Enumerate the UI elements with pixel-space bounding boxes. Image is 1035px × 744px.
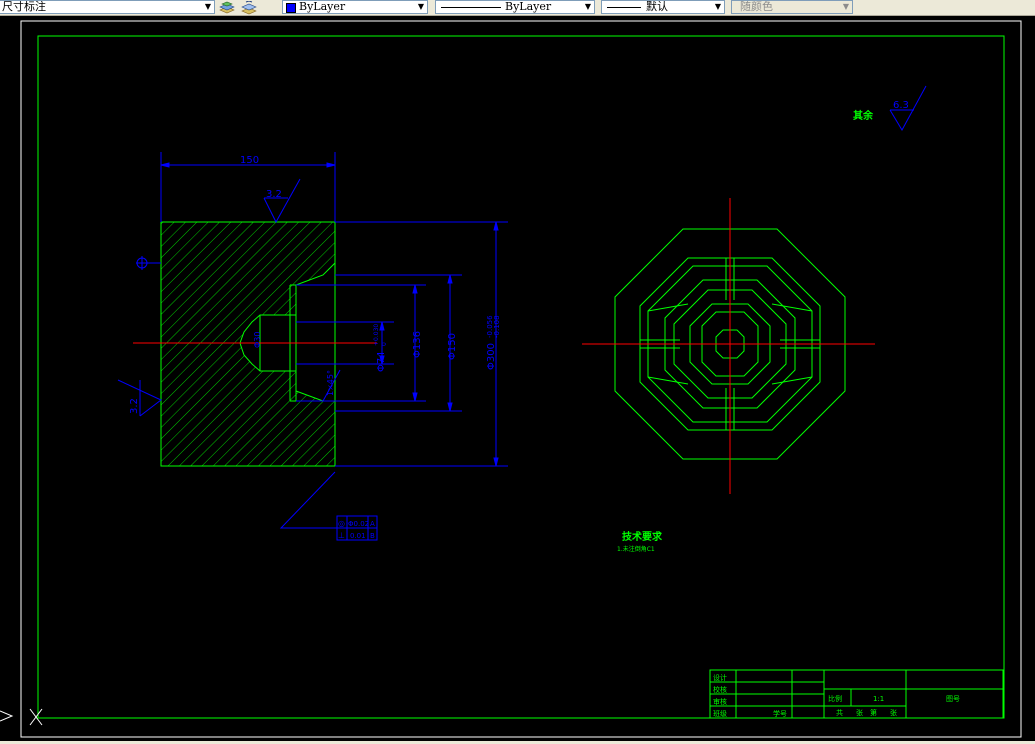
dim-chamfer-text: 1×45° bbox=[326, 370, 335, 396]
fcf-row1-datum: A bbox=[370, 520, 375, 528]
roughness-top-text: 3.2 bbox=[266, 189, 282, 200]
dim-hole-text: Φ30 bbox=[253, 332, 262, 348]
title-student-no: 学号 bbox=[773, 709, 787, 718]
dim-outer-text: Φ300 bbox=[486, 343, 497, 370]
line-sample-icon bbox=[441, 7, 501, 8]
layer-previous-icon[interactable] bbox=[241, 0, 257, 15]
notes-line1: 1.未注倒角C1 bbox=[617, 545, 655, 553]
title-scale-value: 1:1 bbox=[873, 695, 884, 703]
dim-length-text: 150 bbox=[240, 155, 259, 166]
title-scale-label: 比例 bbox=[828, 694, 842, 703]
chevron-down-icon: ▼ bbox=[204, 2, 212, 11]
title-sheet-4: 张 bbox=[890, 708, 897, 717]
title-sheet-2: 张 bbox=[856, 708, 863, 717]
section-view: 150 3.2 3.2 Φ300 -0.056 -0.108 Φ150 Φ136… bbox=[117, 152, 508, 541]
part-section-hatch bbox=[160, 221, 336, 467]
chevron-down-icon: ▼ bbox=[417, 2, 425, 11]
line-sample-icon bbox=[607, 7, 641, 8]
roughness-left-text: 3.2 bbox=[129, 398, 140, 414]
linetype-value: ByLayer bbox=[505, 0, 552, 13]
fcf-row2-value: 0.01 bbox=[350, 532, 366, 540]
properties-toolbar: 尺寸标注 ▼ ByLayer ▼ ByLayer ▼ 默认 ▼ 随颜色 ▼ bbox=[0, 0, 1035, 16]
plotstyle-dropdown[interactable]: 随颜色 ▼ bbox=[731, 0, 853, 14]
lineweight-value: 默认 bbox=[646, 0, 668, 13]
chevron-down-icon: ▼ bbox=[842, 2, 850, 11]
fcf-row2-symbol: ⊥ bbox=[338, 531, 345, 540]
fcf-row2-datum: B bbox=[370, 532, 375, 540]
fcf-leader bbox=[279, 471, 337, 529]
layer-manager-icon[interactable] bbox=[219, 0, 235, 14]
dimstyle-dropdown[interactable]: 尺寸标注 ▼ bbox=[0, 0, 215, 14]
chevron-down-icon: ▼ bbox=[584, 2, 592, 11]
title-row-class: 班级 bbox=[713, 709, 727, 718]
title-sheet-3: 第 bbox=[870, 708, 877, 717]
roughness-top-symbol bbox=[263, 178, 301, 224]
dimstyle-value: 尺寸标注 bbox=[2, 0, 46, 13]
title-drawing-no: 图号 bbox=[946, 695, 960, 703]
dim-bore-small-tol2: 0 bbox=[381, 342, 388, 346]
dim-bore-small-text: Φ74 bbox=[376, 351, 387, 372]
datum-symbol bbox=[136, 256, 161, 270]
dim-outer-tol2: -0.108 bbox=[493, 315, 501, 338]
color-swatch-icon bbox=[286, 3, 296, 13]
plotstyle-value: 随颜色 bbox=[740, 0, 773, 13]
dim-bore-small-tol: +0.030 bbox=[373, 324, 380, 346]
title-row-design: 设计 bbox=[713, 673, 727, 682]
lineweight-dropdown[interactable]: 默认 ▼ bbox=[601, 0, 725, 14]
title-row-check: 校核 bbox=[713, 685, 727, 694]
notes-title: 技术要求 bbox=[622, 530, 663, 543]
title-sheet-1: 共 bbox=[836, 708, 843, 717]
roughness-other-label: 其余 bbox=[853, 109, 874, 122]
linetype-dropdown[interactable]: ByLayer ▼ bbox=[435, 0, 595, 14]
dim-bore-large-text: Φ150 bbox=[447, 333, 458, 360]
title-row-review: 审核 bbox=[713, 697, 727, 706]
color-value: ByLayer bbox=[299, 0, 346, 13]
fcf-row1-symbol: ◎ bbox=[338, 519, 345, 528]
dim-bore-mid-text: Φ136 bbox=[412, 331, 423, 358]
chevron-down-icon: ▼ bbox=[714, 2, 722, 11]
fcf-row1-value: Φ0.02 bbox=[348, 520, 369, 528]
color-dropdown[interactable]: ByLayer ▼ bbox=[282, 0, 428, 14]
roughness-other-text: 6.3 bbox=[893, 100, 909, 111]
drawing-canvas[interactable]: 150 3.2 3.2 Φ300 -0.056 -0.108 Φ150 Φ136… bbox=[0, 15, 1035, 744]
